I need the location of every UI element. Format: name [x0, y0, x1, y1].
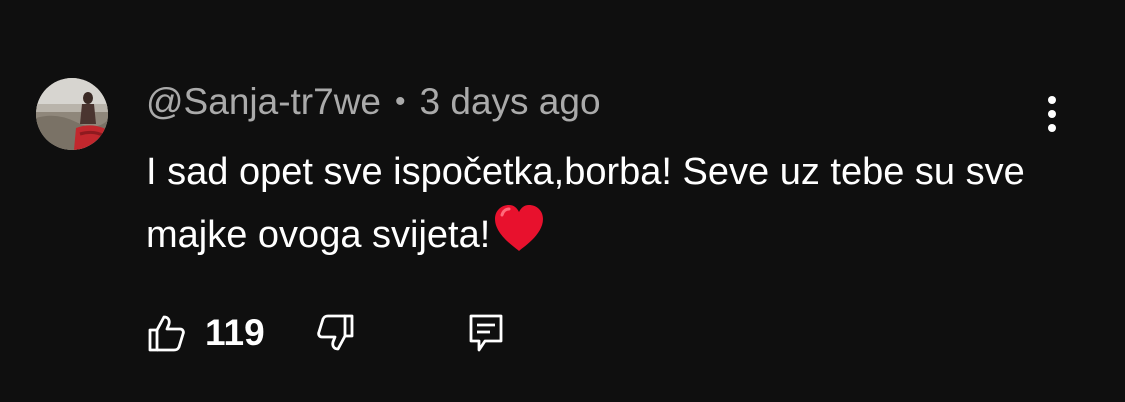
comment-header: @Sanja-tr7we • 3 days ago	[146, 80, 601, 124]
author-name[interactable]: @Sanja-tr7we	[146, 81, 381, 123]
like-button[interactable]	[146, 310, 186, 356]
thumbs-down-icon	[317, 314, 354, 351]
more-options-button[interactable]	[1032, 92, 1072, 136]
avatar[interactable]	[36, 78, 108, 150]
comment-body: I sad opet sve ispočetka,borba! Seve uz …	[146, 142, 1026, 272]
avatar-photo	[36, 78, 108, 150]
more-vertical-icon	[1048, 96, 1056, 132]
comment-text: I sad opet sve ispočetka,borba! Seve uz …	[146, 151, 1025, 256]
red-heart-icon	[492, 203, 546, 272]
thumbs-up-icon	[148, 315, 185, 352]
meta-separator: •	[395, 85, 406, 118]
dislike-button[interactable]	[316, 310, 356, 356]
comment-card: @Sanja-tr7we • 3 days ago I sad opet sve…	[0, 0, 1125, 402]
comment-timestamp[interactable]: 3 days ago	[420, 81, 601, 123]
reply-button[interactable]	[468, 310, 504, 356]
reply-comment-icon	[469, 314, 503, 352]
like-count: 119	[205, 312, 265, 353]
